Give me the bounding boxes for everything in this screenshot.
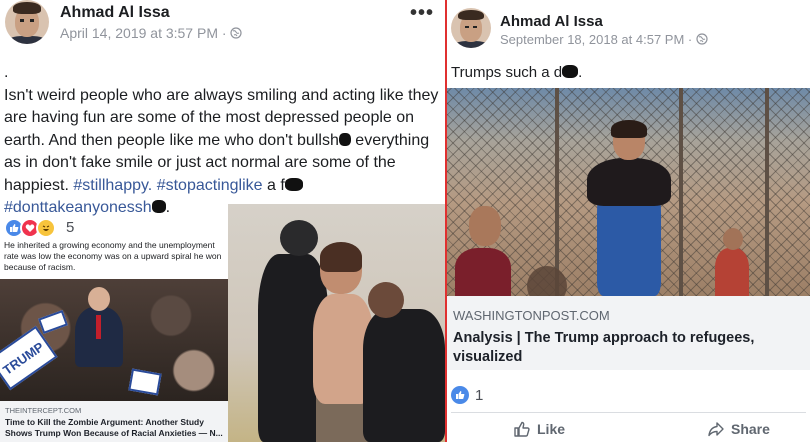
censor-mark: [338, 132, 351, 146]
reaction-count: 5: [66, 219, 75, 236]
share-button[interactable]: Share: [707, 420, 770, 438]
avatar[interactable]: [5, 0, 49, 44]
haha-icon: [36, 218, 56, 238]
like-icon[interactable]: [451, 386, 469, 404]
link-preview-info[interactable]: THEINTERCEPT.COM Time to Kill the Zombie…: [0, 401, 228, 442]
right-post: Ahmad Al Issa September 18, 2018 at 4:57…: [447, 0, 810, 442]
link-title[interactable]: Time to Kill the Zombie Argument: Anothe…: [5, 417, 223, 439]
shared-caption: He inherited a growing economy and the u…: [4, 240, 222, 272]
hashtag-link[interactable]: #stopactinglike: [157, 177, 263, 194]
censor-mark: [151, 200, 166, 213]
link-preview-image[interactable]: TRUMP: [0, 279, 228, 401]
author-name[interactable]: Ahmad Al Issa: [60, 4, 170, 22]
share-arrow-icon: [708, 422, 724, 437]
link-domain: WASHINGTONPOST.COM: [453, 308, 610, 323]
like-button[interactable]: Like: [513, 420, 565, 438]
link-preview-image[interactable]: [447, 88, 810, 296]
globe-icon: [230, 27, 243, 39]
link-domain: THEINTERCEPT.COM: [5, 406, 82, 415]
hashtag-link[interactable]: #stillhappy.: [73, 177, 152, 194]
reaction-count[interactable]: 1: [475, 387, 483, 404]
author-name[interactable]: Ahmad Al Issa: [500, 13, 603, 30]
thumbs-up-icon: [514, 421, 530, 437]
left-post: Ahmad Al Issa April 14, 2019 at 3:57 PM …: [0, 0, 445, 442]
post-body: Trumps such a d.: [451, 64, 583, 81]
globe-icon: [696, 33, 708, 45]
action-divider: [451, 412, 806, 413]
post-body: . Isn't weird people who are always smil…: [4, 64, 439, 216]
hashtag-link[interactable]: #donttakeanyonessh: [4, 199, 152, 216]
link-title[interactable]: Analysis | The Trump approach to refugee…: [453, 329, 804, 367]
link-preview-info[interactable]: WASHINGTONPOST.COM Analysis | The Trump …: [447, 296, 810, 370]
censor-mark: [284, 177, 303, 191]
avatar[interactable]: [451, 8, 491, 48]
post-timestamp[interactable]: September 18, 2018 at 4:57 PM ·: [500, 32, 708, 47]
more-options-icon[interactable]: •••: [410, 2, 434, 25]
post-timestamp[interactable]: April 14, 2019 at 3:57 PM ·: [60, 25, 243, 41]
attached-photo[interactable]: [228, 204, 445, 442]
censor-mark: [562, 65, 579, 78]
post-dot: .: [4, 64, 9, 81]
